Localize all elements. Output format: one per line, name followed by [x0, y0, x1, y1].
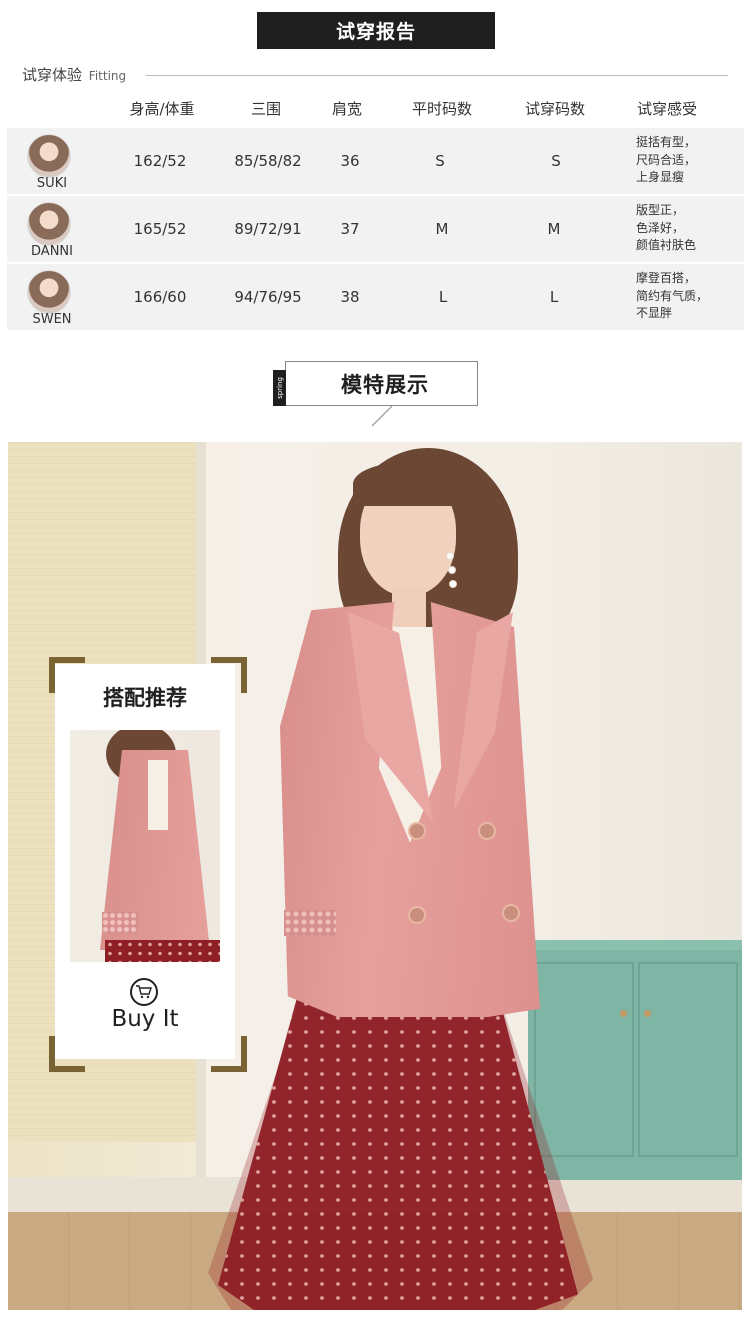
tester-name: SWEN — [32, 312, 72, 327]
model-section-title: 模特展示 — [341, 372, 429, 397]
polka-dot-skirt — [218, 997, 578, 1310]
tester-name: DANNI — [31, 244, 73, 259]
feeling-line: 色泽好， — [636, 220, 685, 235]
feeling-text: 版型正， 色泽好， 颜值衬肤色 — [636, 202, 696, 255]
measurements-value: 85/58/82 — [234, 152, 302, 170]
feeling-line: 不显胖 — [636, 306, 673, 320]
header-tried-size: 试穿码数 — [524, 100, 586, 118]
fitting-label-cn: 试穿体验 — [22, 66, 83, 84]
usual-size-value: M — [435, 220, 449, 238]
season-tab-label: spring — [275, 377, 284, 399]
report-title-banner: 试穿报告 — [257, 12, 495, 49]
avatar — [27, 270, 71, 314]
measurements-value: 94/76/95 — [234, 288, 302, 306]
header-measurements: 三围 — [250, 100, 282, 118]
height-weight-value: 162/52 — [133, 152, 187, 170]
feeling-line: 颜值衬肤色 — [636, 238, 697, 252]
earring — [449, 580, 457, 588]
feeling-line: 简约有气质， — [636, 288, 709, 303]
blazer-button — [408, 906, 426, 924]
avatar — [27, 202, 71, 246]
blazer-button — [408, 822, 426, 840]
recommend-title: 搭配推荐 — [103, 686, 187, 710]
tester-name: SUKI — [36, 176, 68, 191]
shoulder-value: 38 — [340, 288, 360, 306]
earring — [448, 566, 456, 574]
feeling-line: 上身显瘦 — [636, 170, 685, 184]
fitting-label: 试穿体验 Fitting — [22, 64, 126, 85]
height-weight-value: 165/52 — [133, 220, 187, 238]
header-height-weight: 身高/体重 — [129, 100, 195, 118]
avatar — [27, 134, 71, 178]
table-row: DANNI 165/52 89/72/91 37 M M 版型正， 色泽好， 颜… — [7, 196, 744, 262]
tried-size-value: M — [547, 220, 561, 238]
feeling-text: 摩登百搭， 简约有气质， 不显胖 — [636, 270, 708, 323]
recommend-product-image[interactable] — [70, 730, 220, 962]
header-shoulder: 肩宽 — [331, 100, 363, 118]
feeling-line: 版型正， — [636, 203, 685, 217]
blazer-button — [502, 904, 520, 922]
green-cabinet — [528, 940, 742, 1180]
table-row: SWEN 166/60 94/76/95 38 L L 摩登百搭， 简约有气质，… — [7, 264, 744, 330]
measurements-value: 89/72/91 — [234, 220, 302, 238]
header-feeling: 试穿感受 — [636, 100, 698, 118]
model-bangs — [353, 462, 463, 506]
fitting-label-en: Fitting — [88, 69, 127, 83]
usual-size-value: L — [438, 288, 448, 306]
shopping-cart-icon[interactable] — [130, 978, 158, 1006]
table-row: SUKI 162/52 85/58/82 36 S S 挺括有型， 尺码合适， … — [7, 128, 744, 194]
card-corner — [49, 1036, 85, 1072]
feeling-text: 挺括有型， 尺码合适， 上身显瘦 — [636, 134, 696, 187]
fitting-divider — [146, 75, 728, 76]
usual-size-value: S — [435, 152, 445, 170]
feeling-line: 摩登百搭， — [636, 271, 697, 285]
height-weight-value: 166/60 — [133, 288, 187, 306]
shoulder-value: 37 — [340, 220, 360, 238]
earring — [446, 552, 454, 560]
speech-pointer-icon — [371, 405, 393, 427]
card-corner — [211, 1036, 247, 1072]
feeling-line: 尺码合适， — [636, 152, 697, 167]
dotted-cuff — [284, 910, 336, 936]
shoulder-value: 36 — [340, 152, 360, 170]
tried-size-value: L — [549, 288, 559, 306]
blazer-button — [478, 822, 496, 840]
buy-it-button[interactable]: Buy It — [55, 1006, 235, 1032]
header-usual-size: 平时码数 — [411, 100, 473, 118]
feeling-line: 挺括有型， — [636, 135, 697, 149]
tried-size-value: S — [551, 152, 561, 170]
